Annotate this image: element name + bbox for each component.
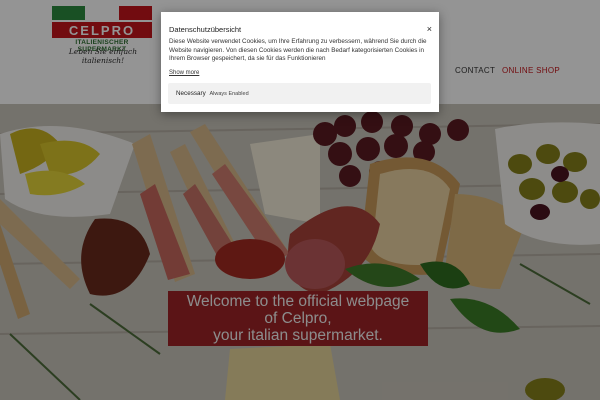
cookie-dialog-title: Datenschutzübersicht xyxy=(169,25,242,34)
necessary-cookies-row[interactable]: Necessary Always Enabled xyxy=(168,83,431,104)
cookie-dialog-text: Diese Website verwendet Cookies, um Ihre… xyxy=(169,38,427,63)
always-enabled-status: Always Enabled xyxy=(209,91,249,97)
necessary-label: Necessary xyxy=(176,90,206,97)
close-icon[interactable]: × xyxy=(427,25,432,34)
show-more-link[interactable]: Show more xyxy=(169,70,199,76)
